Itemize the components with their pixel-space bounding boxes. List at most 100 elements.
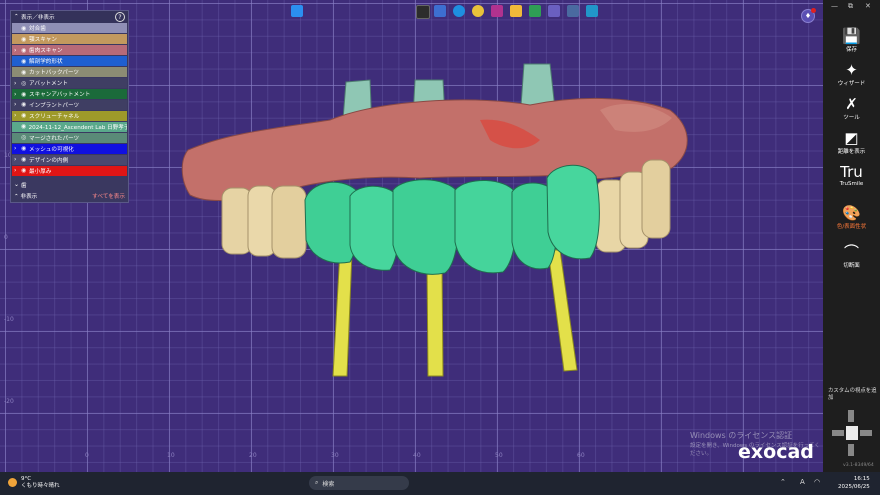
section-teeth[interactable]: ⌄ 歯 <box>12 179 127 190</box>
notification-button[interactable]: ♦ <box>801 8 816 23</box>
start-menu-icon[interactable] <box>291 5 303 17</box>
bell-icon: ♦ <box>804 12 812 20</box>
taskbar-search[interactable]: ⌕ 検索 <box>309 476 409 490</box>
eye-icon[interactable]: ◉ <box>21 112 29 119</box>
custom-view-label: カスタムの視点を追加 <box>828 388 877 401</box>
app-icon[interactable] <box>434 5 446 17</box>
layer-row[interactable]: › ◉ 最小厚み <box>12 165 127 176</box>
toolbar-label: TruSmile <box>839 181 864 187</box>
layer-label: メッシュの可視化 <box>29 146 74 153</box>
chevron-up-icon[interactable]: ⌃ <box>780 478 786 486</box>
trusmile-icon: Tru <box>840 163 863 181</box>
edge-icon[interactable] <box>453 5 465 17</box>
layer-row[interactable]: › ◎ アバットメント <box>12 77 127 89</box>
layer-row[interactable]: ◉ カットバックパーツ <box>12 66 127 78</box>
drive-icon[interactable] <box>529 5 541 17</box>
toolbar-palette-button[interactable]: 🎨 色/表面性状 <box>823 205 880 230</box>
ime-indicator[interactable]: A <box>800 478 805 486</box>
version-label: v3.1-8349/64 <box>843 463 874 468</box>
toolbar-tooth-section-button[interactable]: ⌒ 切断面 <box>823 244 880 269</box>
layer-row[interactable]: › ◉ 歯肉スキャン <box>12 44 127 56</box>
section-label: 歯 <box>21 182 27 189</box>
expand-arrow-icon[interactable]: › <box>14 101 21 108</box>
hide-toggle[interactable]: ⌃ 非表示 <box>14 192 92 200</box>
layer-row[interactable]: ◎ マージされたパーツ <box>12 132 127 144</box>
clock-date: 2025/06/25 <box>838 484 870 490</box>
expand-arrow-icon[interactable]: › <box>14 156 21 163</box>
distance-icon: ◩ <box>844 129 859 147</box>
task-view-icon[interactable] <box>416 5 430 19</box>
expand-arrow-icon[interactable]: › <box>14 91 21 98</box>
eye-icon[interactable]: ◉ <box>21 69 29 76</box>
toolbar-label: 色/表面性状 <box>836 224 867 230</box>
layer-row[interactable]: › ◉ スキャンアバットメント <box>12 88 127 100</box>
expand-arrow-icon[interactable]: › <box>14 112 21 119</box>
layer-label: スクリューチャネル <box>29 113 80 120</box>
layer-label: デザインの内側 <box>29 157 69 164</box>
file-explorer-icon[interactable] <box>510 5 522 17</box>
collapse-icon[interactable]: ⌃ <box>14 14 21 20</box>
eye-icon[interactable]: ◎ <box>21 80 29 87</box>
toolbar-tools-button[interactable]: ✗ ツール <box>823 96 880 121</box>
layer-row[interactable]: ◉ 2024-11-12_Ascendent Lab 日野孝子 <box>12 121 127 133</box>
toolbar-distance-button[interactable]: ◩ 距離を表示 <box>823 130 880 155</box>
eye-icon[interactable]: ◉ <box>21 58 29 65</box>
hide-label: 非表示 <box>20 194 38 201</box>
eye-icon[interactable]: ◉ <box>21 47 29 54</box>
layer-row[interactable]: › ◉ インプラントパーツ <box>12 99 127 111</box>
notification-count-badge <box>811 8 816 13</box>
app-icon[interactable] <box>491 5 503 17</box>
wifi-icon[interactable]: ◠ <box>814 478 820 486</box>
minimize-button[interactable]: — <box>831 2 838 10</box>
toolbar-save-button[interactable]: 💾 保存 <box>823 28 880 53</box>
chevron-down-icon: ⌄ <box>14 181 20 189</box>
app-icon[interactable] <box>586 5 598 17</box>
eye-icon[interactable]: ◉ <box>21 36 29 43</box>
close-button[interactable]: ✕ <box>865 2 871 10</box>
toolbar-wand-button[interactable]: ✦ ウィザード <box>823 62 880 87</box>
eye-icon[interactable]: ◎ <box>21 134 29 141</box>
eye-icon[interactable]: ◉ <box>21 91 29 98</box>
eye-icon[interactable]: ◉ <box>21 156 29 163</box>
exocad-icon[interactable] <box>548 5 560 17</box>
weather-sun-icon <box>8 478 17 487</box>
palette-icon: 🎨 <box>842 204 861 222</box>
clock-time: 16:15 <box>853 476 870 482</box>
layer-row[interactable]: › ◉ デザインの内側 <box>12 154 127 165</box>
layer-visibility-panel: ⌃ 表示／非表示 ? ◉ 対合歯 ◉ 顎スキャン › ◉ 歯肉スキャン ◉ 解剖学的形状 ◉ カット… <box>10 10 129 203</box>
eye-icon[interactable]: ◉ <box>21 123 29 130</box>
show-all-button[interactable]: すべてを表示 <box>92 192 125 200</box>
toolbar-label: 保存 <box>845 47 857 53</box>
windows-taskbar <box>0 472 880 495</box>
layer-label: 顎スキャン <box>29 37 57 44</box>
eye-icon[interactable]: ◉ <box>21 25 29 32</box>
expand-arrow-icon[interactable]: › <box>14 80 21 87</box>
toolbar-trusmile-button[interactable]: Tru TruSmile <box>823 164 880 187</box>
weather-widget[interactable]: 9°C くもり時々晴れ <box>8 476 60 490</box>
expand-arrow-icon[interactable]: › <box>14 145 21 152</box>
layer-row[interactable]: › ◉ スクリューチャネル <box>12 110 127 122</box>
help-icon[interactable]: ? <box>115 12 125 22</box>
layer-label: インプラントパーツ <box>29 102 80 109</box>
view-cube-icon[interactable] <box>832 410 872 456</box>
layer-label: 対合歯 <box>29 26 46 33</box>
layer-row[interactable]: ◉ 対合歯 <box>12 23 127 34</box>
panel-header: ⌃ 表示／非表示 ? <box>11 11 128 23</box>
chrome-icon[interactable] <box>472 5 484 17</box>
wand-icon: ✦ <box>845 61 858 79</box>
toolbar-label: ウィザード <box>837 81 866 87</box>
eye-icon[interactable]: ◉ <box>21 101 29 108</box>
layer-row[interactable]: ◉ 解剖学的形状 <box>12 55 127 67</box>
layer-label: 歯肉スキャン <box>29 48 63 55</box>
eye-icon[interactable]: ◉ <box>21 145 29 152</box>
toolbar-label: 距離を表示 <box>837 149 866 155</box>
layer-row[interactable]: › ◉ メッシュの可視化 <box>12 143 127 155</box>
layer-row[interactable]: ◉ 顎スキャン <box>12 33 127 45</box>
app-icon[interactable] <box>567 5 579 17</box>
eye-icon[interactable]: ◉ <box>21 167 29 174</box>
expand-arrow-icon[interactable]: › <box>14 47 21 54</box>
restore-button[interactable]: ⧉ <box>848 2 853 11</box>
panel-footer: ⌃ 非表示 すべてを表示 <box>11 191 128 202</box>
expand-arrow-icon[interactable]: › <box>14 167 21 174</box>
system-clock[interactable]: 16:15 2025/06/25 <box>838 475 870 491</box>
